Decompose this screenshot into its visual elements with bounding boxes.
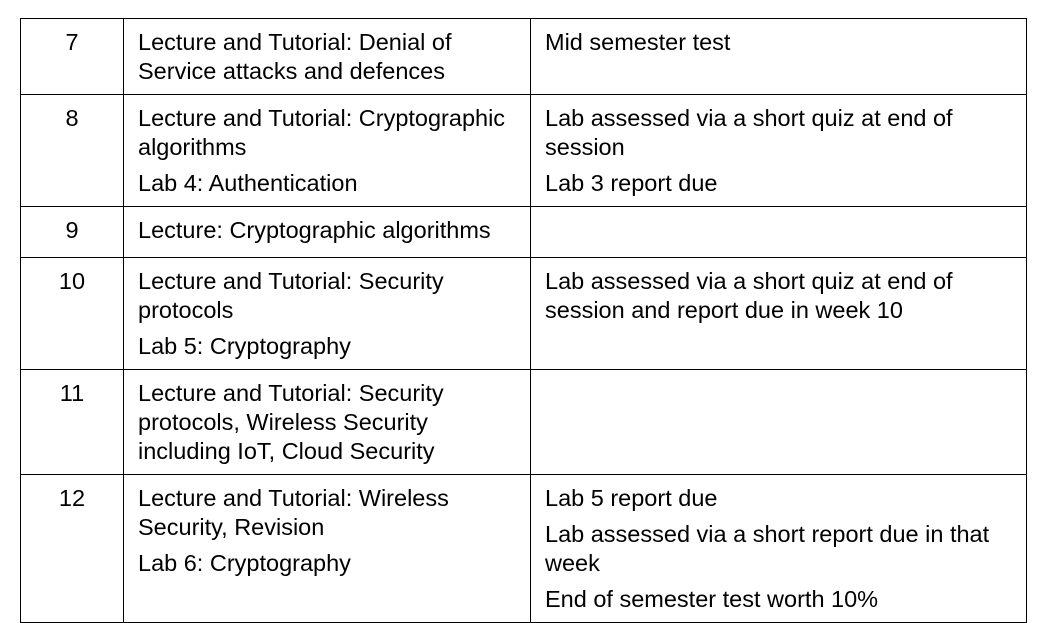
week-number: 10 [58, 268, 86, 294]
assessment-cell: Lab assessed via a short quiz at end of … [530, 94, 1027, 207]
assessment-cell: Mid semester test [530, 18, 1027, 95]
assessment-cell [530, 206, 1027, 258]
table-row: 8 Lecture and Tutorial: Cryptographic al… [20, 94, 1027, 207]
week-cell: 11 [20, 369, 124, 475]
week-number: 8 [65, 105, 79, 131]
activity-text: Lecture and Tutorial: Security protocols… [138, 380, 444, 464]
week-number: 7 [65, 29, 79, 55]
table-row: 12 Lecture and Tutorial: Wireless Securi… [20, 474, 1027, 623]
activity-text: Lecture: Cryptographic algorithms [138, 217, 491, 243]
assessment-cell [530, 369, 1027, 475]
assessment-text: Lab assessed via a short quiz at end of … [545, 105, 953, 160]
activity-cell: Lecture and Tutorial: Security protocols… [123, 369, 531, 475]
activity-text: Lecture and Tutorial: Wireless Security,… [138, 485, 449, 540]
table-row: 10 Lecture and Tutorial: Security protoc… [20, 257, 1027, 370]
week-number: 12 [58, 485, 86, 511]
assessment-cell: Lab 5 report due Lab assessed via a shor… [530, 474, 1027, 623]
activity-text: Lab 6: Cryptography [138, 550, 351, 576]
assessment-text: Lab 3 report due [545, 170, 718, 196]
activity-cell: Lecture and Tutorial: Wireless Security,… [123, 474, 531, 623]
week-cell: 10 [20, 257, 124, 370]
activity-text: Lecture and Tutorial: Denial of Service … [138, 29, 452, 84]
table-row: 11 Lecture and Tutorial: Security protoc… [20, 369, 1027, 475]
assessment-text: Lab assessed via a short quiz at end of … [545, 268, 953, 323]
activity-cell: Lecture: Cryptographic algorithms [123, 206, 531, 258]
activity-cell: Lecture and Tutorial: Cryptographic algo… [123, 94, 531, 207]
week-cell: 12 [20, 474, 124, 623]
week-number: 11 [59, 380, 85, 406]
week-cell: 8 [20, 94, 124, 207]
assessment-text: Lab assessed via a short report due in t… [545, 521, 990, 576]
activity-text: Lab 4: Authentication [138, 170, 358, 196]
table-row: 9 Lecture: Cryptographic algorithms [20, 206, 1027, 258]
week-cell: 9 [20, 206, 124, 258]
assessment-text: Lab 5 report due [545, 485, 718, 511]
activity-text: Lab 5: Cryptography [138, 333, 351, 359]
activity-cell: Lecture and Tutorial: Denial of Service … [123, 18, 531, 95]
assessment-text: Mid semester test [545, 29, 731, 55]
assessment-text: End of semester test worth 10% [545, 586, 879, 612]
assessment-cell: Lab assessed via a short quiz at end of … [530, 257, 1027, 370]
activity-cell: Lecture and Tutorial: Security protocols… [123, 257, 531, 370]
activity-text: Lecture and Tutorial: Security protocols [138, 268, 444, 323]
week-number: 9 [65, 217, 79, 243]
week-cell: 7 [20, 18, 124, 95]
table-row: 7 Lecture and Tutorial: Denial of Servic… [20, 18, 1027, 95]
activity-text: Lecture and Tutorial: Cryptographic algo… [138, 105, 506, 160]
schedule-table: 7 Lecture and Tutorial: Denial of Servic… [20, 18, 1027, 623]
